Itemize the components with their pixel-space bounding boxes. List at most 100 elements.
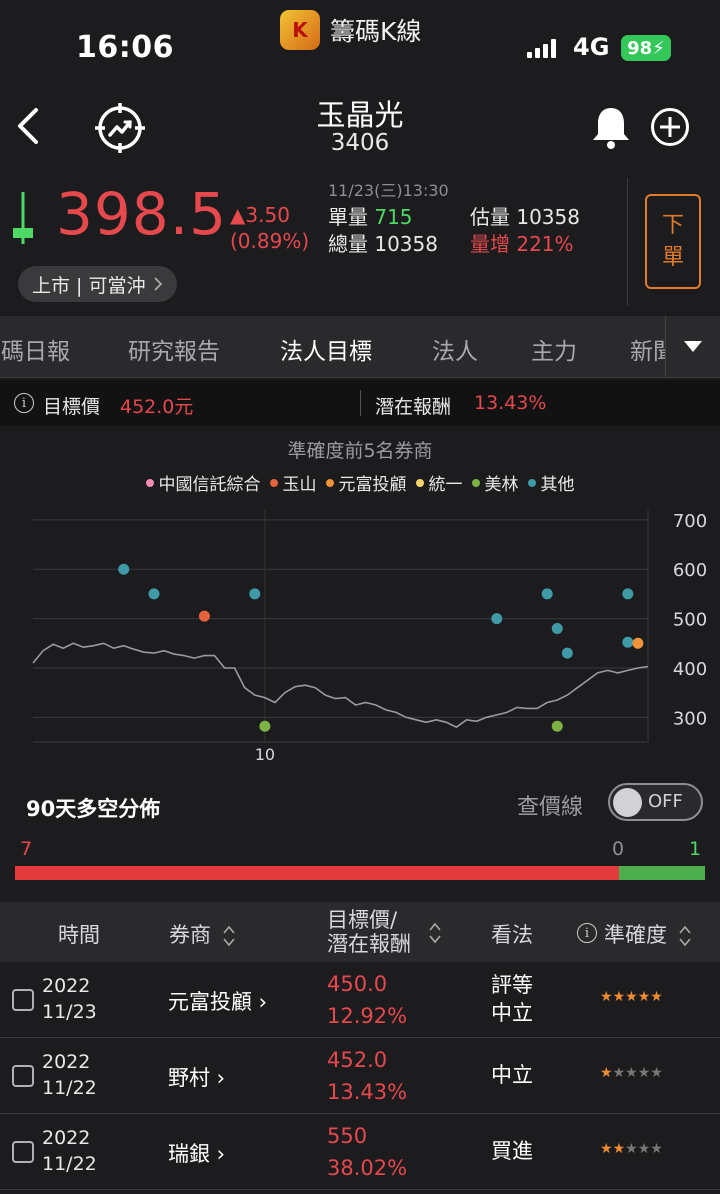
row-checkbox[interactable]	[12, 1065, 34, 1087]
target-price-point	[561, 647, 573, 659]
add-watchlist-icon[interactable]	[650, 107, 690, 147]
star-empty-icon: ★	[650, 1141, 663, 1157]
row-checkbox[interactable]	[12, 989, 34, 1011]
row-return: 38.02%	[327, 1156, 408, 1180]
row-day: 11/22	[42, 1153, 97, 1175]
row-return: 13.43%	[327, 1080, 408, 1104]
header-accuracy-label: 準確度	[604, 923, 667, 947]
header-broker[interactable]: 券商	[169, 919, 236, 949]
target-price-point	[148, 588, 160, 600]
bull-count: 7	[20, 838, 33, 860]
header-accuracy[interactable]: 準確度	[604, 919, 692, 949]
tab-research[interactable]: 研究報告	[128, 332, 220, 366]
battery-level: 98	[627, 37, 653, 59]
legend-item[interactable]: 美林	[471, 470, 519, 495]
legend-item[interactable]: 元富投顧	[325, 470, 407, 495]
row-view-line1: 評等	[491, 973, 533, 997]
header-target-line1: 目標價/	[327, 908, 398, 932]
header-target[interactable]: 目標價/ 潛在報酬	[327, 908, 411, 956]
legend-dot	[527, 478, 536, 487]
divider	[360, 390, 361, 416]
market-tag-pill[interactable]: 上市 | 可當沖	[18, 266, 178, 302]
y-tick-label: 400	[673, 659, 707, 680]
tab-chip-daily[interactable]: 籌碼日報	[0, 332, 70, 366]
potential-return-label: 潛在報酬	[375, 396, 452, 418]
row-broker[interactable]: 元富投顧 ›	[168, 986, 267, 1016]
target-price-chart: 700 600 500 400 300 10	[32, 510, 707, 764]
row-view-line2: 中立	[491, 1001, 533, 1025]
row-broker[interactable]: 瑞銀 ›	[168, 1138, 225, 1168]
row-target-price: 452.0	[327, 1048, 388, 1072]
target-price-point	[491, 613, 503, 625]
clock: 16:06	[76, 30, 174, 65]
row-return: 12.92%	[327, 1004, 408, 1028]
target-price-point	[259, 720, 271, 732]
star-empty-icon: ★	[650, 1065, 663, 1081]
legend-item[interactable]: 玉山	[269, 470, 317, 495]
distribution-title: 90天多空分佈	[26, 797, 161, 821]
accuracy-stars: ★★★★★	[600, 989, 663, 1005]
star-empty-icon: ★	[625, 1065, 638, 1081]
tab-institution-target[interactable]: 法人目標	[280, 332, 372, 366]
target-price-point	[249, 588, 261, 600]
target-price-point	[551, 622, 563, 634]
est-volume-value: 10358	[516, 205, 580, 229]
table-header: 時間 券商 目標價/ 潛在報酬 看法 i 準確度	[0, 902, 720, 962]
star-empty-icon: ★	[637, 1065, 651, 1081]
order-label-1: 下	[661, 212, 684, 238]
legend-item[interactable]: 其他	[527, 470, 575, 495]
legend-dot	[325, 478, 334, 487]
table-row[interactable]: 2022 11/22 瑞銀 › 550 38.02% 買進 ★★★★★	[0, 1114, 720, 1190]
y-tick-label: 600	[673, 560, 707, 581]
row-broker[interactable]: 野村 ›	[168, 1062, 225, 1092]
table-row[interactable]: 2022 11/23 元富投顧 › 450.0 12.92% 評等 中立 ★★★…	[0, 962, 720, 1038]
tab-institution[interactable]: 法人	[432, 332, 478, 366]
bell-icon[interactable]	[590, 104, 632, 150]
est-volume-row: 估量 10358	[470, 201, 580, 230]
legend-label: 美林	[484, 475, 519, 495]
tab-more-button[interactable]	[665, 316, 720, 377]
table-row[interactable]: 2022 11/22 野村 › 452.0 13.43% 中立 ★★★★★	[0, 1038, 720, 1114]
neutral-count: 0	[612, 838, 625, 860]
star-filled-icon: ★	[600, 989, 613, 1005]
price-change: ▲3.50	[230, 203, 290, 227]
info-icon[interactable]: i	[577, 923, 597, 943]
price-line-label: 查價線	[517, 795, 584, 820]
unit-volume-label: 單量	[328, 205, 368, 229]
row-view: 評等 中立	[491, 971, 533, 1027]
header-time[interactable]: 時間	[58, 919, 100, 949]
volume-increase-row: 量增 221%	[470, 228, 574, 257]
network-type: 4G	[573, 33, 610, 61]
signal-icon	[527, 38, 556, 58]
target-price-point	[632, 637, 644, 649]
potential-return-value: 13.43%	[474, 392, 547, 414]
volume-increase-label: 量增	[470, 232, 510, 256]
header-view: 看法	[491, 923, 533, 947]
row-year: 2022	[42, 1051, 91, 1073]
star-filled-icon: ★	[637, 989, 651, 1005]
legend-dot	[471, 478, 480, 487]
legend-label: 玉山	[282, 475, 317, 495]
legend-item[interactable]: 統一	[415, 470, 463, 495]
price-line-toggle[interactable]: OFF	[608, 783, 703, 821]
volume-increase-value: 221%	[516, 232, 574, 256]
row-date: 2022 11/22	[42, 1049, 97, 1101]
sort-icon[interactable]	[428, 921, 442, 945]
star-filled-icon: ★	[612, 989, 626, 1005]
star-filled-icon: ★	[612, 1141, 626, 1157]
row-target: 550 38.02%	[327, 1120, 407, 1184]
legend-label: 中國信託綜合	[158, 475, 261, 495]
total-volume-label: 總量	[328, 232, 368, 256]
est-volume-label: 估量	[470, 205, 510, 229]
info-icon[interactable]: i	[14, 393, 34, 413]
caret-down-icon	[684, 341, 702, 352]
market-tag-label: 上市 | 可當沖	[32, 274, 146, 297]
candle-icon	[13, 192, 33, 244]
place-order-button[interactable]: 下 單	[645, 194, 701, 289]
chart-legend: 中國信託綜合 玉山 元富投顧 統一 美林 其他	[0, 470, 720, 495]
tab-major-player[interactable]: 主力	[531, 332, 577, 366]
bear-count: 1	[689, 838, 702, 860]
row-checkbox[interactable]	[12, 1141, 34, 1163]
star-empty-icon: ★	[612, 1065, 626, 1081]
legend-item[interactable]: 中國信託綜合	[145, 470, 261, 495]
